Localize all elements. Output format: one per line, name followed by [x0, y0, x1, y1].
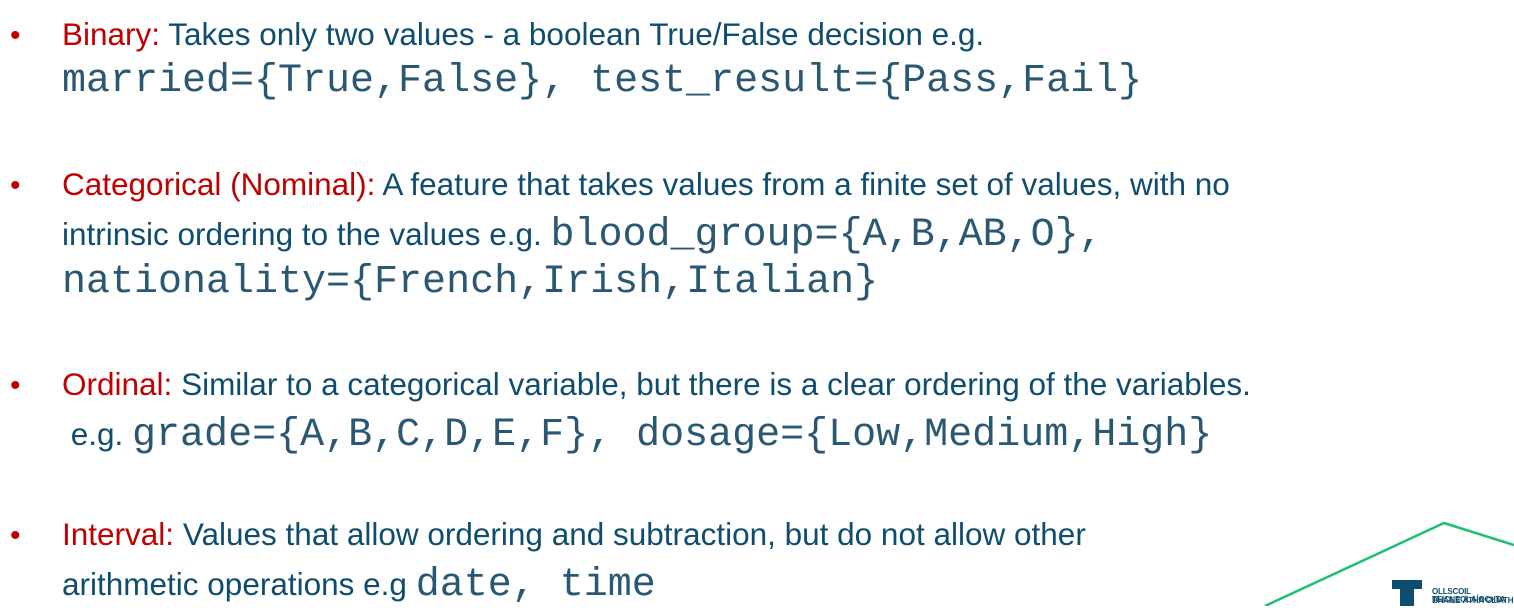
bullet-icon: •	[10, 169, 21, 202]
item-1-line-2: married={True,False}, test_result={Pass,…	[62, 62, 1142, 102]
code-example: blood_group={A,B,AB,O},	[550, 213, 1103, 258]
item-3-line-1: Ordinal: Similar to a categorical variab…	[62, 366, 1251, 402]
code-example: grade={A,B,C,D,E,F}, dosage={Low,Medium,…	[132, 413, 1213, 458]
description-text: intrinsic ordering to the values e.g.	[62, 216, 551, 252]
tu-dublin-logo	[1392, 580, 1422, 606]
term-label: Categorical (Nominal):	[62, 166, 376, 202]
item-4-line-2: arithmetic operations e.g date, time	[62, 566, 656, 606]
description-text: arithmetic operations e.g	[62, 566, 416, 602]
logo-text-line2: BHAILE ÁTHA CLIATH	[1432, 596, 1514, 605]
description-text: Takes only two values - a boolean True/F…	[168, 16, 985, 52]
description-text: A feature that takes values from a finit…	[382, 166, 1230, 202]
item-2-line-3: nationality={French,Irish,Italian}	[62, 263, 878, 303]
term-label: Binary:	[62, 16, 161, 52]
bullet-icon: •	[10, 19, 21, 52]
item-3-line-2: e.g. grade={A,B,C,D,E,F}, dosage={Low,Me…	[62, 416, 1212, 456]
description-text: Similar to a categorical variable, but t…	[181, 366, 1251, 402]
item-4-line-1: Interval: Values that allow ordering and…	[62, 516, 1086, 552]
item-1-line-1: Binary: Takes only two values - a boolea…	[62, 16, 985, 52]
item-2-line-1: Categorical (Nominal): A feature that ta…	[62, 166, 1230, 202]
description-text: Values that allow ordering and subtracti…	[182, 516, 1086, 552]
bullet-icon: •	[10, 519, 21, 552]
code-example: date, time	[415, 563, 656, 608]
description-text: e.g.	[62, 416, 133, 452]
code-example: married={True,False}, test_result={Pass,…	[62, 59, 1143, 104]
bullet-icon: •	[10, 369, 21, 402]
code-example: nationality={French,Irish,Italian}	[62, 260, 879, 305]
term-label: Interval:	[62, 516, 175, 552]
term-label: Ordinal:	[62, 366, 173, 402]
item-2-line-2: intrinsic ordering to the values e.g. bl…	[62, 216, 1103, 256]
